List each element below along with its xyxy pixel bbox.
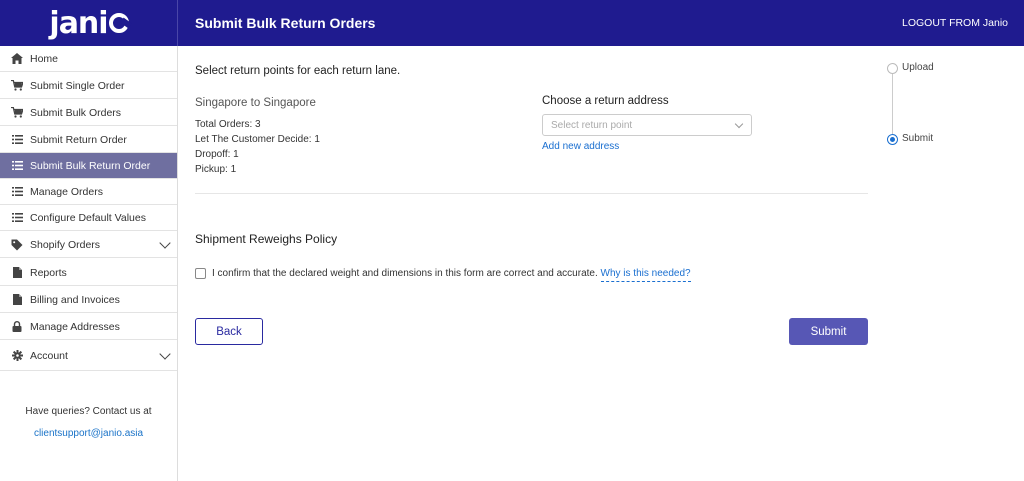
sidebar-item-account[interactable]: Account [0,341,177,371]
sidebar-item-label: Reports [30,266,67,279]
select-placeholder: Select return point [551,119,633,131]
sidebar-item-label: Submit Single Order [30,79,125,92]
sidebar-item-manage-orders[interactable]: Manage Orders [0,179,177,205]
logo-o-mark [108,13,129,33]
tag-icon [11,239,23,251]
policy-title: Shipment Reweighs Policy [195,232,338,246]
submit-button[interactable]: Submit [789,318,868,345]
list-icon [11,160,23,172]
chevron-down-icon[interactable] [159,237,171,249]
contact-email-link[interactable]: clientsupport@janio.asia [0,428,177,439]
step-upload-label: Upload [902,62,934,73]
sidebar-item-label: Submit Bulk Orders [30,106,122,119]
logout-link[interactable]: LOGOUT FROM Janio [902,17,1008,29]
sidebar-item-submit-bulk-orders[interactable]: Submit Bulk Orders [0,100,177,126]
step-upload-radio [887,63,898,74]
sidebar-item-label: Submit Bulk Return Order [30,159,151,172]
customer-decide-stat: Let The Customer Decide: 1 [195,134,320,145]
section-divider [195,193,868,194]
confirm-label: I confirm that the declared weight and d… [212,268,598,279]
sidebar-item-label: Shopify Orders [30,238,101,251]
document-icon [11,267,23,279]
sidebar-item-submit-return-order[interactable]: Submit Return Order [0,127,177,153]
why-needed-link[interactable]: Why is this needed? [600,268,691,282]
sidebar-item-label: Home [30,52,59,65]
step-submit-radio [887,134,898,145]
list-icon [11,186,23,198]
sidebar-item-label: Account [30,349,68,362]
sidebar-item-reports[interactable]: Reports [0,260,177,286]
add-new-address-link[interactable]: Add new address [542,141,619,152]
page-title: Submit Bulk Return Orders [195,15,376,31]
gear-icon [11,350,23,362]
logo-text: jani [49,5,108,41]
home-icon [11,53,23,65]
back-button[interactable]: Back [195,318,263,345]
list-icon [11,212,23,224]
confirm-text: I confirm that the declared weight and d… [212,268,691,282]
sidebar-item-label: Billing and Invoices [30,293,120,306]
cart-icon [11,80,23,92]
sidebar-item-billing-and-invoices[interactable]: Billing and Invoices [0,287,177,313]
lock-icon [11,321,23,333]
sidebar-item-manage-addresses[interactable]: Manage Addresses [0,314,177,340]
sidebar-item-label: Submit Return Order [30,133,127,146]
chevron-down-icon [734,119,744,129]
stepper-line [892,74,893,140]
lane-title: Singapore to Singapore [195,97,316,109]
list-icon [11,134,23,146]
step-submit-label: Submit [902,133,934,144]
janio-logo: jani [49,5,129,41]
contact-text: Have queries? Contact us at [25,406,152,417]
sidebar-item-label: Manage Addresses [30,320,120,333]
cart-icon [11,107,23,119]
header-divider [177,0,178,46]
instruction-text: Select return points for each return lan… [195,65,401,77]
sidebar-item-configure-default-values[interactable]: Configure Default Values [0,205,177,231]
pickup-stat: Pickup: 1 [195,164,237,175]
dropoff-stat: Dropoff: 1 [195,149,239,160]
chevron-down-icon[interactable] [159,348,171,360]
total-orders-stat: Total Orders: 3 [195,119,261,130]
sidebar-item-submit-bulk-return-order[interactable]: Submit Bulk Return Order [0,153,177,179]
sidebar-item-submit-single-order[interactable]: Submit Single Order [0,73,177,99]
document-icon [11,294,23,306]
return-address-label: Choose a return address [542,95,669,107]
logo-area[interactable]: jani [0,0,178,46]
confirm-checkbox[interactable] [195,268,206,279]
sidebar: Home Submit Single Order Submit Bulk Ord… [0,46,178,481]
top-header: jani Submit Bulk Return Orders LOGOUT FR… [0,0,1024,46]
return-point-select[interactable]: Select return point [542,114,752,136]
sidebar-item-shopify-orders[interactable]: Shopify Orders [0,232,177,258]
sidebar-item-label: Manage Orders [30,185,103,198]
main-content: Select return points for each return lan… [178,46,1024,481]
sidebar-item-home[interactable]: Home [0,46,177,72]
sidebar-item-label: Configure Default Values [30,211,146,224]
